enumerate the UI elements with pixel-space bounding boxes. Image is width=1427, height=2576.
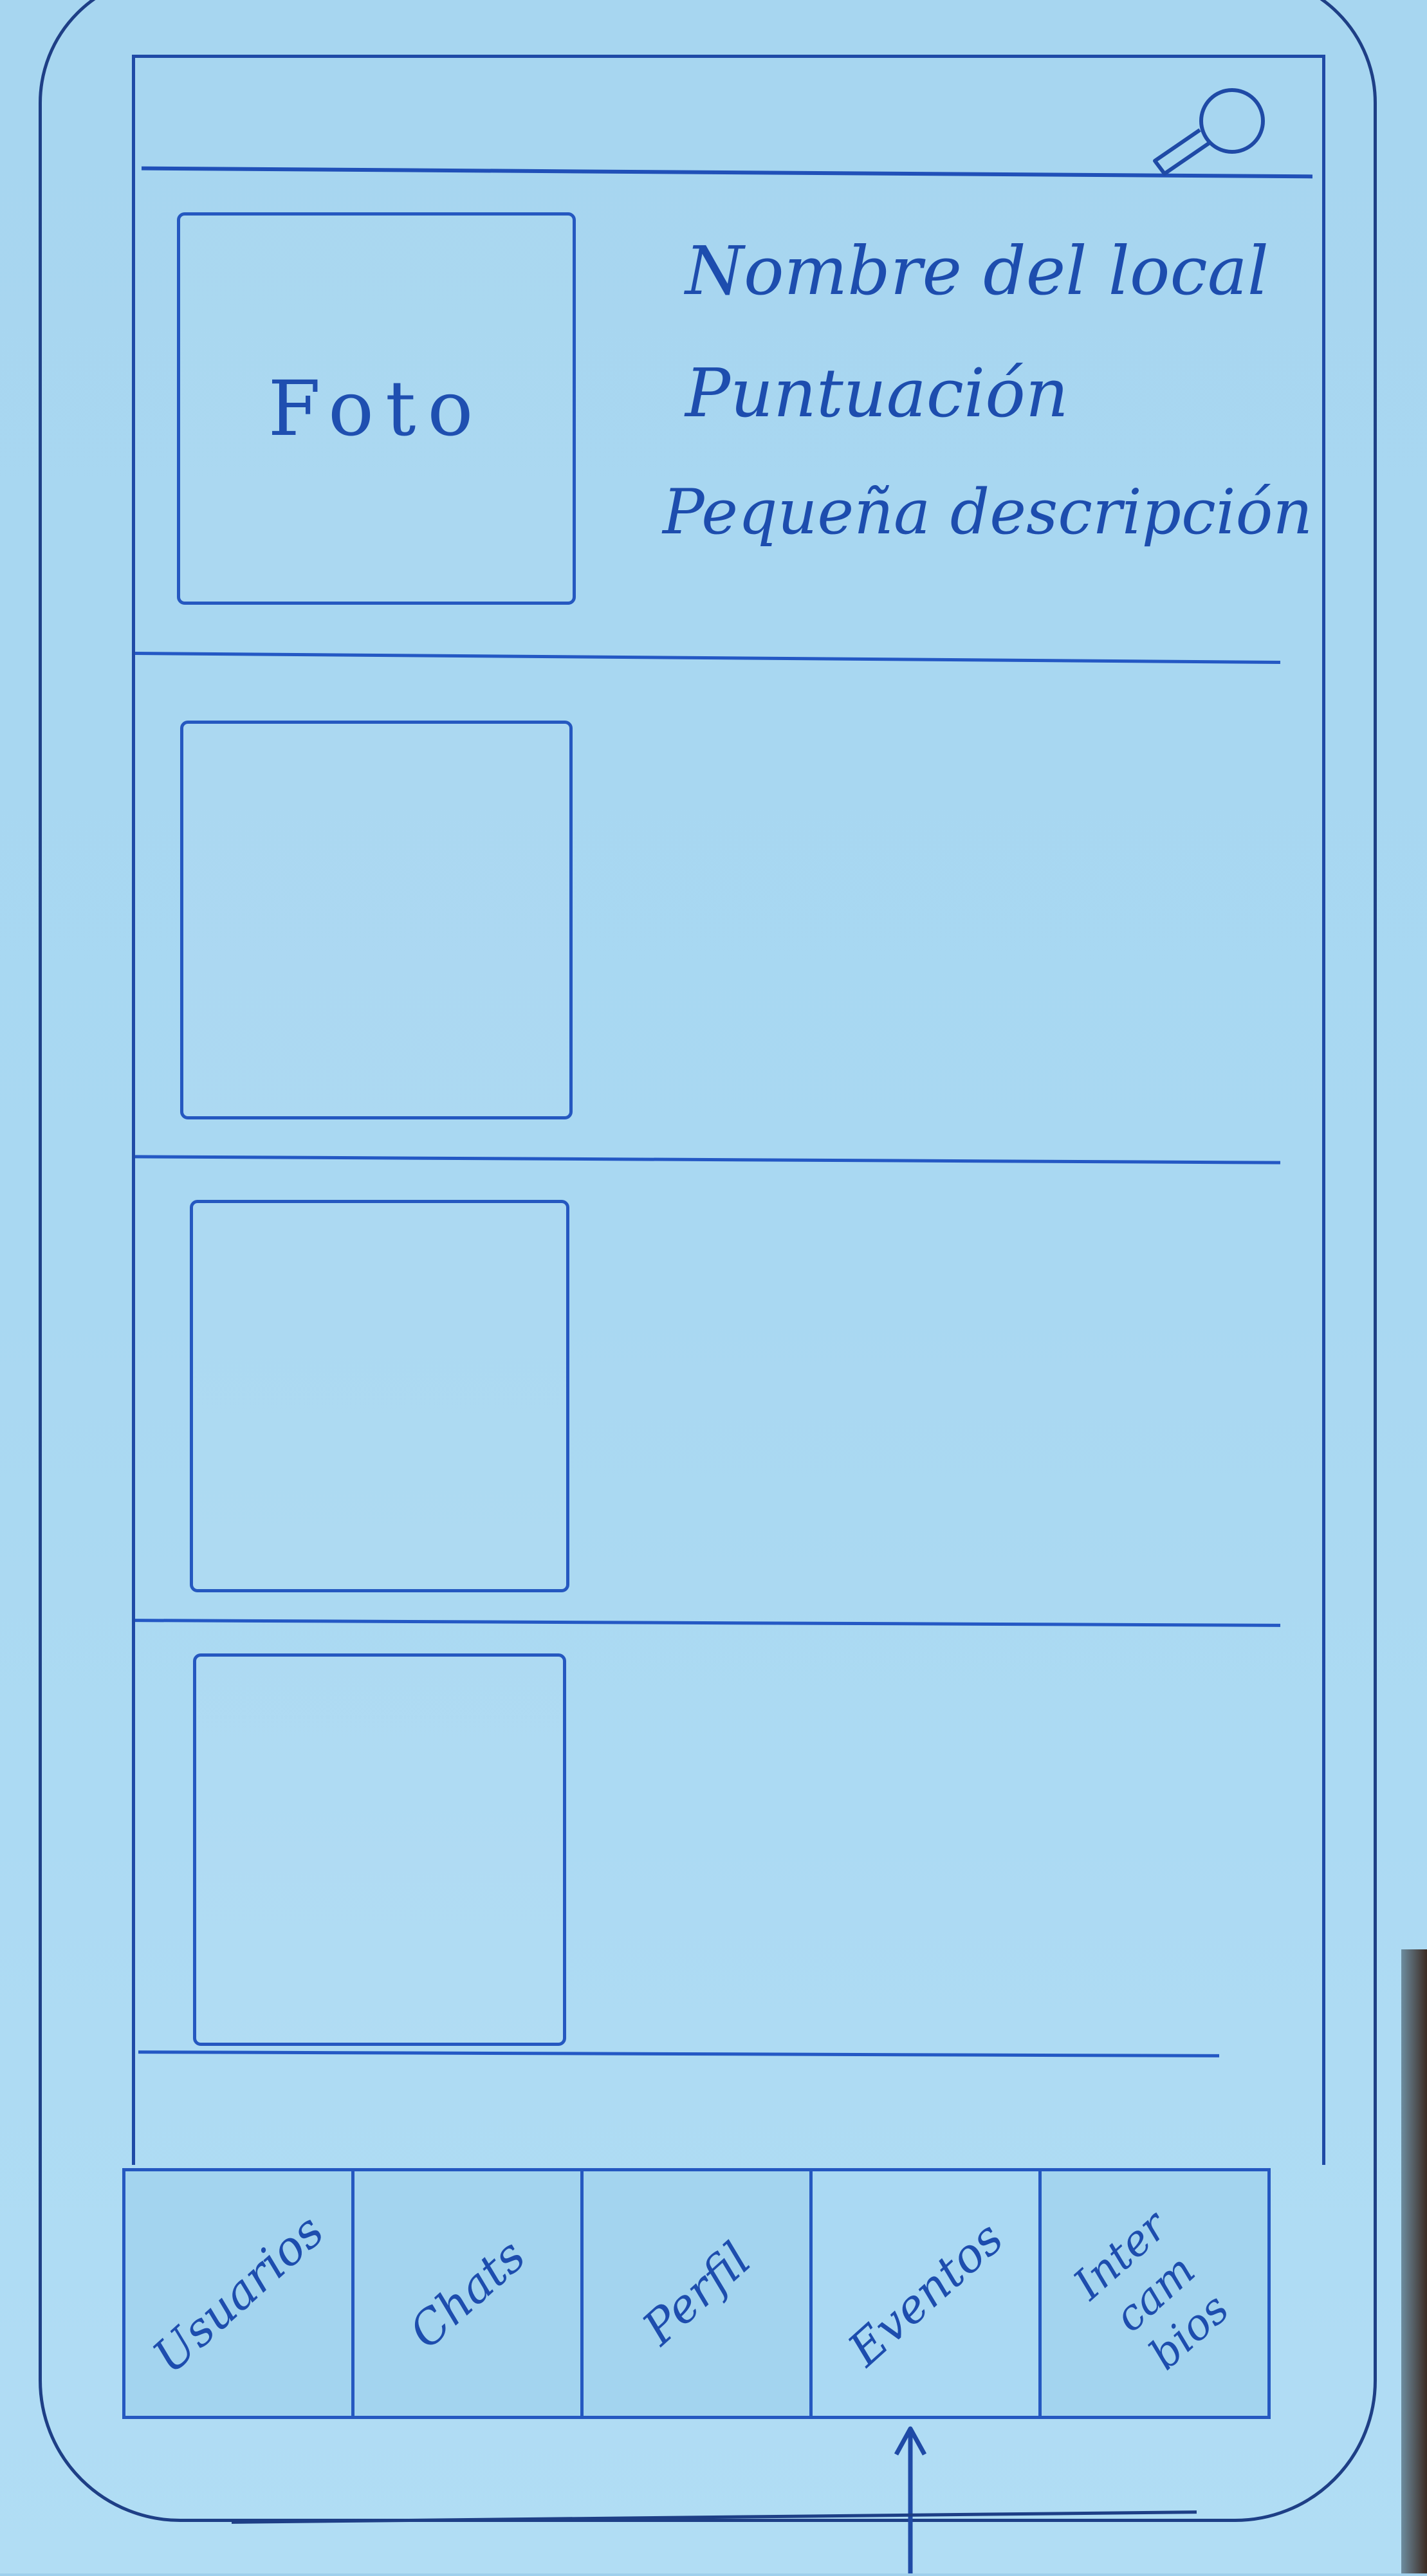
tab-label: Usuarios [142, 2203, 335, 2384]
local-rating: Puntuación [685, 354, 1069, 432]
active-tab-arrow-icon [891, 2419, 930, 2573]
list-item[interactable] [138, 1634, 1296, 2046]
tab-label: Eventos [838, 2211, 1013, 2377]
tab-label: Intercambios [1063, 2201, 1238, 2380]
photo-placeholder-label [183, 724, 569, 1116]
tab-chats[interactable]: Chats [354, 2171, 584, 2416]
item-photo [193, 1653, 566, 2046]
list-item[interactable] [138, 1171, 1296, 1621]
tab-label: Chats [399, 2228, 536, 2359]
local-name: Nombre del local [685, 232, 1269, 310]
item-photo [180, 721, 573, 1119]
tab-label: Perfil [632, 2232, 761, 2355]
bottom-tab-bar: Usuarios Chats Perfil Eventos Intercambi… [122, 2168, 1271, 2419]
photo-placeholder-label [196, 1657, 563, 2043]
table-edge [1401, 1949, 1427, 2573]
tab-perfil[interactable]: Perfil [584, 2171, 813, 2416]
list-item[interactable]: Foto Nombre del local Puntuación Pequeña… [138, 193, 1312, 656]
photo-placeholder-label: Foto [268, 364, 485, 453]
item-photo [190, 1200, 569, 1592]
tab-eventos[interactable]: Eventos [813, 2171, 1042, 2416]
tab-usuarios[interactable]: Usuarios [125, 2171, 354, 2416]
local-description: Pequeña descripción [663, 476, 1313, 548]
photo-placeholder-label [193, 1203, 566, 1589]
search-icon[interactable] [1148, 84, 1277, 180]
item-photo: Foto [177, 212, 576, 605]
list-item[interactable] [138, 669, 1296, 1145]
tab-intercambios[interactable]: Intercambios [1042, 2171, 1267, 2416]
